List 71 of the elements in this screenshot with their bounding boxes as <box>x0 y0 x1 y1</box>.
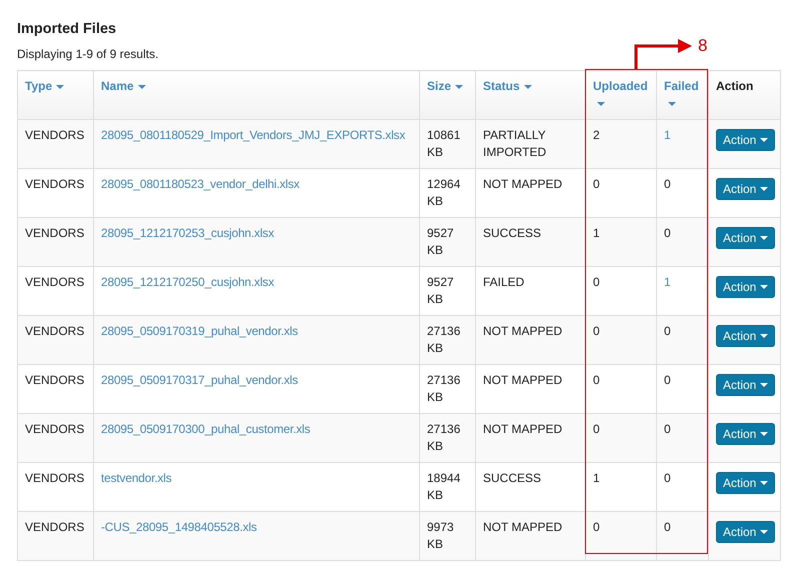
sortable-column-header[interactable]: Size <box>427 79 464 93</box>
action-button[interactable]: Action <box>716 178 776 200</box>
type-text: VENDORS <box>25 520 84 534</box>
file-link[interactable]: 28095_1212170250_cusjohn.xlsx <box>101 275 274 289</box>
callout-arrow <box>634 39 692 70</box>
size-text: 12964 KB <box>427 177 460 208</box>
size-text: 27136 KB <box>427 373 460 404</box>
failed-count: 0 <box>664 226 671 240</box>
uploaded-count: 0 <box>593 275 600 289</box>
action-button[interactable]: Action <box>716 472 776 494</box>
failed-count: 0 <box>664 373 671 387</box>
type-text: VENDORS <box>25 373 84 387</box>
sortable-column-header[interactable]: Status <box>483 79 532 93</box>
file-link[interactable]: 28095_0801180523_vendor_delhi.xlsx <box>101 177 300 191</box>
sortable-column-header[interactable]: Type <box>25 79 64 93</box>
failed-count: 0 <box>664 471 671 485</box>
file-link[interactable]: 28095_0509170319_puhal_vendor.xls <box>101 324 298 338</box>
status-text: NOT MAPPED <box>483 324 562 338</box>
type-text: VENDORS <box>25 275 84 289</box>
uploaded-count: 0 <box>593 422 600 436</box>
file-link[interactable]: 28095_0509170317_puhal_vendor.xls <box>101 373 298 387</box>
type-text: VENDORS <box>25 128 84 142</box>
failed-count: 0 <box>664 422 671 436</box>
status-text: SUCCESS <box>483 226 542 240</box>
results-summary: Displaying 1-9 of 9 results. <box>17 46 158 62</box>
action-button[interactable]: Action <box>716 521 776 543</box>
failed-count-link[interactable]: 1 <box>664 275 671 289</box>
failed-count: 0 <box>664 324 671 338</box>
action-button[interactable]: Action <box>716 423 776 445</box>
action-button[interactable]: Action <box>716 129 776 151</box>
sortable-column-header[interactable]: Name <box>101 79 146 93</box>
type-text: VENDORS <box>25 226 84 240</box>
uploaded-count: 1 <box>593 226 600 240</box>
file-link[interactable]: testvendor.xls <box>101 471 172 485</box>
uploaded-count: 1 <box>593 471 600 485</box>
size-text: 9527 KB <box>427 226 454 257</box>
type-text: VENDORS <box>25 177 84 191</box>
column-header: Action <box>716 79 754 93</box>
size-text: 27136 KB <box>427 422 460 453</box>
status-text: FAILED <box>483 275 524 289</box>
status-text: PARTIALLY IMPORTED <box>483 128 546 159</box>
status-text: NOT MAPPED <box>483 373 562 387</box>
action-button[interactable]: Action <box>716 325 776 347</box>
action-button[interactable]: Action <box>716 374 776 396</box>
page-title: Imported Files <box>17 20 116 38</box>
file-link[interactable]: -CUS_28095_1498405528.xls <box>101 520 257 534</box>
action-button[interactable]: Action <box>716 227 776 249</box>
uploaded-count: 0 <box>593 324 600 338</box>
uploaded-count: 0 <box>593 520 600 534</box>
uploaded-count: 0 <box>593 373 600 387</box>
size-text: 27136 KB <box>427 324 460 355</box>
status-text: NOT MAPPED <box>483 422 562 436</box>
type-text: VENDORS <box>25 471 84 485</box>
status-text: NOT MAPPED <box>483 177 562 191</box>
type-text: VENDORS <box>25 422 84 436</box>
file-link[interactable]: 28095_0509170300_puhal_customer.xls <box>101 422 310 436</box>
size-text: 10861 KB <box>427 128 460 159</box>
file-link[interactable]: 28095_1212170253_cusjohn.xlsx <box>101 226 274 240</box>
size-text: 9973 KB <box>427 520 454 551</box>
failed-count: 0 <box>664 177 671 191</box>
callout-number: 8 <box>698 36 708 56</box>
failed-count: 0 <box>664 520 671 534</box>
status-text: NOT MAPPED <box>483 520 562 534</box>
status-text: SUCCESS <box>483 471 542 485</box>
type-text: VENDORS <box>25 324 84 338</box>
uploaded-count: 2 <box>593 128 600 142</box>
action-button[interactable]: Action <box>716 276 776 298</box>
size-text: 18944 KB <box>427 471 460 502</box>
uploaded-count: 0 <box>593 177 600 191</box>
failed-count-link[interactable]: 1 <box>664 128 671 142</box>
size-text: 9527 KB <box>427 275 454 306</box>
